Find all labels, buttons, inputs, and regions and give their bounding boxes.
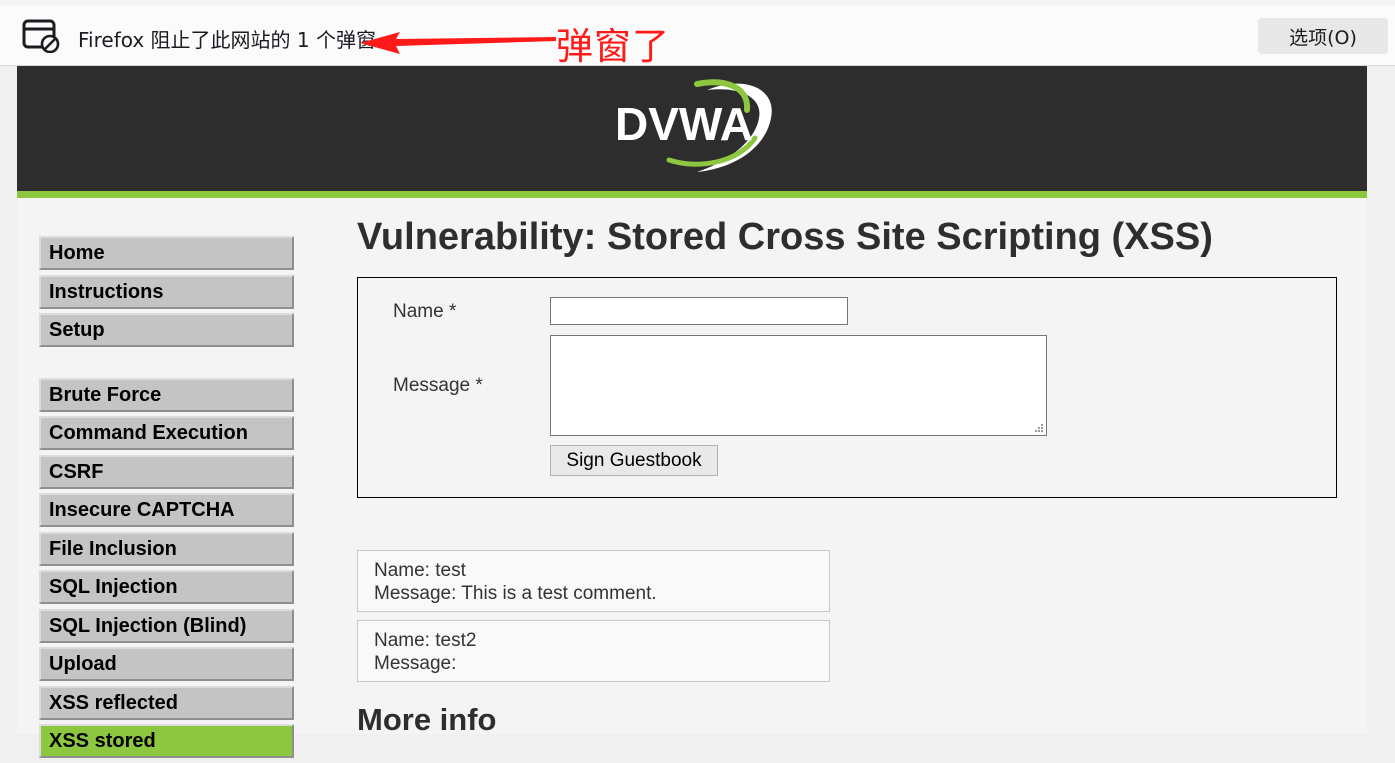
sign-guestbook-button[interactable]: Sign Guestbook — [550, 445, 718, 476]
entry-name: Name: test — [374, 560, 466, 581]
menu-item-xss-stored[interactable]: XSS stored — [39, 724, 294, 758]
menu-item-home[interactable]: Home — [39, 236, 294, 270]
menu-item-insecure-captcha[interactable]: Insecure CAPTCHA — [39, 493, 294, 527]
menu-item-csrf[interactable]: CSRF — [39, 454, 294, 489]
blocked-popup-icon — [22, 19, 60, 53]
menu-item-brute-force[interactable]: Brute Force — [39, 377, 294, 412]
entry-message: Message: This is a test comment. — [374, 583, 657, 604]
menu-item-setup[interactable]: Setup — [39, 313, 294, 347]
menu-item-upload[interactable]: Upload — [39, 647, 294, 681]
guestbook-form: Name * Message * Sign Guestbook — [357, 277, 1337, 498]
page-title: Vulnerability: Stored Cross Site Scripti… — [357, 216, 1213, 258]
dvwa-page: DVWA Home Instructions Setup Brute Force… — [17, 66, 1367, 758]
message-label: Message * — [393, 375, 483, 396]
options-button[interactable]: 选项(O) — [1258, 18, 1388, 54]
menu-item-instructions[interactable]: Instructions — [39, 274, 294, 309]
menu-item-xss-reflected[interactable]: XSS reflected — [39, 685, 294, 720]
resize-grip-icon[interactable] — [1034, 423, 1044, 433]
annotation-label: 弹窗了 — [556, 25, 670, 68]
annotation-arrow-icon — [360, 32, 556, 54]
name-input[interactable] — [550, 297, 848, 325]
menu-item-file-inclusion[interactable]: File Inclusion — [39, 531, 294, 566]
more-info-heading: More info — [357, 702, 497, 737]
svg-text:DVWA: DVWA — [615, 98, 753, 150]
entry-name: Name: test2 — [374, 630, 477, 651]
menu-item-sql-injection-blind[interactable]: SQL Injection (Blind) — [39, 608, 294, 643]
guestbook-entry: Name: test2 Message: — [357, 620, 830, 682]
guestbook-entry: Name: test Message: This is a test comme… — [357, 550, 830, 612]
dvwa-logo[interactable]: DVWA — [609, 76, 781, 176]
name-label: Name * — [393, 301, 457, 322]
notification-message: Firefox 阻止了此网站的 1 个弹窗 — [78, 28, 376, 52]
menu-item-sql-injection[interactable]: SQL Injection — [39, 570, 294, 604]
entry-message: Message: — [374, 653, 457, 674]
menu-item-command-execution[interactable]: Command Execution — [39, 416, 294, 450]
popup-blocked-notification-bar: Firefox 阻止了此网站的 1 个弹窗 弹窗了 选项(O) — [0, 0, 1395, 68]
message-textarea[interactable] — [550, 335, 1047, 436]
menu-spacer — [39, 352, 295, 378]
site-header: DVWA — [17, 66, 1367, 198]
sidebar-menu: Home Instructions Setup Brute Force Comm… — [39, 236, 295, 763]
